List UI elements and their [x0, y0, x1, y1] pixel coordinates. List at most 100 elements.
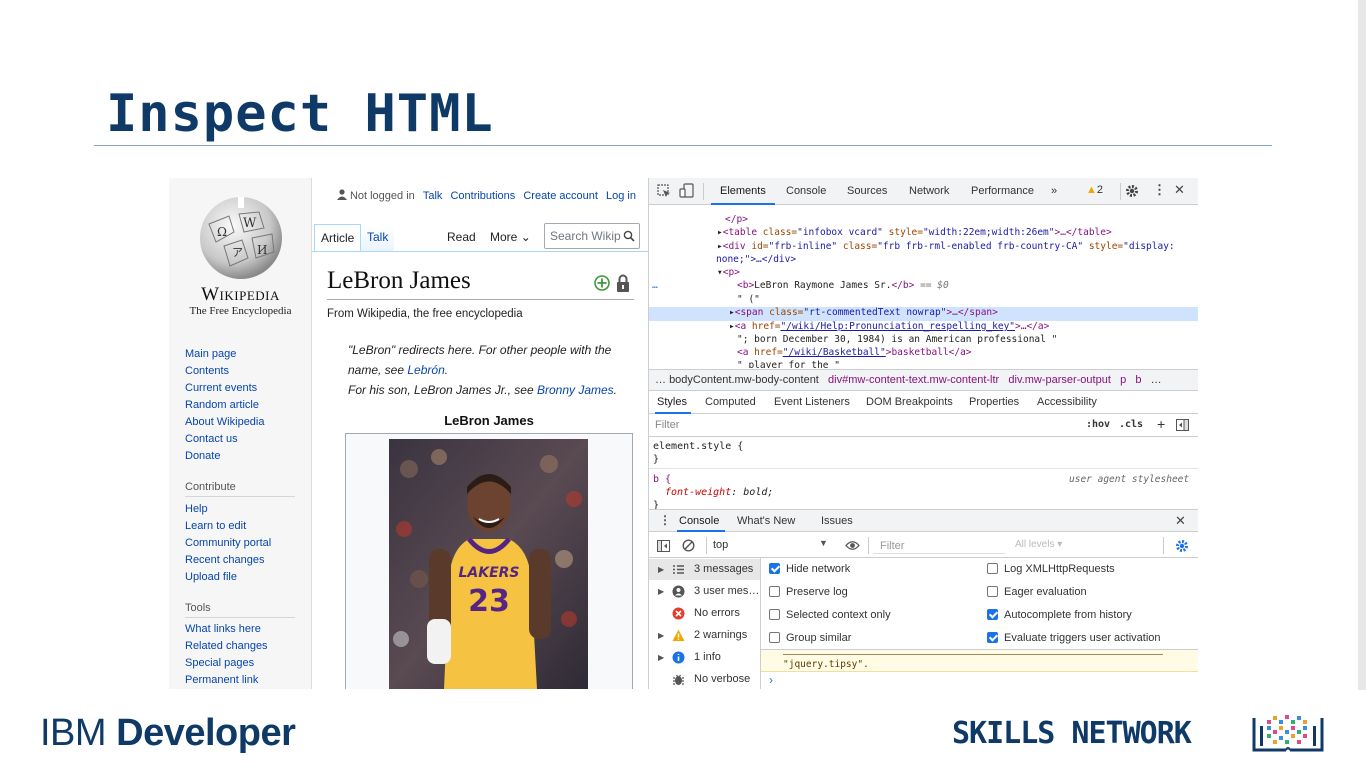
tab-performance[interactable]: Performance	[971, 185, 1034, 197]
log-levels-dropdown[interactable]: All levels ▾	[1015, 539, 1062, 550]
nav-link[interactable]: Special pages	[185, 655, 268, 672]
breadcrumb-item[interactable]: …	[655, 374, 669, 386]
drawer-menu-icon[interactable]: ⋮	[659, 513, 671, 527]
console-filter-input[interactable]: Filter	[873, 536, 1005, 554]
node-actions-ellipsis[interactable]: …	[652, 279, 658, 292]
kebab-menu-icon[interactable]: ⋮	[1153, 182, 1166, 198]
dom-node[interactable]: </p>	[725, 213, 748, 226]
styles-filter-input[interactable]: Filter	[655, 419, 679, 431]
log-in-link[interactable]: Log in	[606, 190, 636, 202]
contributions-link[interactable]: Contributions	[450, 190, 515, 202]
sidebar-item-verbose[interactable]: No verbose	[649, 669, 760, 689]
device-toolbar-icon[interactable]	[679, 183, 695, 199]
tab-accessibility[interactable]: Accessibility	[1037, 396, 1097, 408]
console-prompt[interactable]: ›	[769, 673, 773, 687]
tab-elements[interactable]: Elements	[720, 185, 766, 197]
class-toggle[interactable]: .cls	[1119, 419, 1143, 430]
player-photo[interactable]: LAKERS 23	[389, 439, 588, 689]
dom-node-selected[interactable]: <b>LeBron Raymone James Sr.</b> == $0	[737, 279, 949, 292]
dom-node[interactable]: <a href="/wiki/Basketball">basketball</a…	[737, 346, 972, 359]
console-settings-gear-icon[interactable]	[1175, 539, 1189, 553]
eager-evaluation-checkbox[interactable]: Eager evaluation	[987, 586, 1087, 598]
inspect-element-icon[interactable]	[657, 184, 671, 198]
nav-link[interactable]: Current events	[185, 380, 265, 397]
sidebar-item-errors[interactable]: No errors	[649, 603, 760, 624]
drawer-tab-console[interactable]: Console	[679, 515, 719, 527]
nav-link[interactable]: About Wikipedia	[185, 414, 265, 431]
talk-link[interactable]: Talk	[423, 190, 443, 202]
tab-dom-breakpoints[interactable]: DOM Breakpoints	[866, 396, 953, 408]
dom-node[interactable]: ▸<span class="rt-commentedText nowrap">……	[729, 306, 998, 319]
search-input[interactable]: Search Wikip	[544, 223, 640, 249]
nav-link[interactable]: Contact us	[185, 431, 265, 448]
tab-event-listeners[interactable]: Event Listeners	[774, 396, 850, 408]
console-warning-message[interactable]: "jquery.tipsy".	[761, 650, 1198, 672]
tab-computed[interactable]: Computed	[705, 396, 756, 408]
breadcrumb-item[interactable]: bodyContent.mw-body-content	[669, 374, 819, 386]
nav-link[interactable]: Random article	[185, 397, 265, 414]
more-tabs-button[interactable]: »	[1051, 185, 1057, 197]
tab-styles[interactable]: Styles	[657, 396, 687, 408]
drawer-tab-whats-new[interactable]: What's New	[737, 515, 795, 527]
create-account-link[interactable]: Create account	[523, 190, 598, 202]
chevron-down-icon[interactable]: ▼	[819, 538, 828, 548]
close-drawer-icon[interactable]: ✕	[1175, 513, 1186, 529]
tab-console[interactable]: Console	[786, 185, 826, 197]
sidebar-item-info[interactable]: ▶ 1 info	[649, 647, 760, 668]
breadcrumb-item[interactable]: p	[1120, 374, 1126, 386]
lebron-link[interactable]: Lebrón	[407, 363, 444, 377]
nav-link[interactable]: Contents	[185, 363, 265, 380]
nav-link[interactable]: Help	[185, 501, 271, 518]
tab-article[interactable]: Article	[314, 224, 362, 252]
hover-state-toggle[interactable]: :hov	[1086, 419, 1110, 430]
sidebar-toggle-icon[interactable]	[657, 540, 670, 552]
nav-link[interactable]: Related changes	[185, 638, 268, 655]
tab-more[interactable]: More ⌄	[484, 224, 537, 252]
dom-node[interactable]: ▸<a href="/wiki/Help:Pronunciation_respe…	[729, 320, 1049, 333]
nav-link[interactable]: What links here	[185, 621, 268, 638]
dom-node[interactable]: ▸<table class="infobox vcard" style="wid…	[717, 226, 1112, 239]
nav-link[interactable]: Community portal	[185, 535, 271, 552]
nav-link[interactable]: Donate	[185, 448, 265, 465]
warnings-counter[interactable]: ▲2	[1086, 184, 1103, 196]
nav-link[interactable]: Learn to edit	[185, 518, 271, 535]
dom-text-node[interactable]: " player for the "	[737, 359, 840, 368]
nav-link[interactable]: Recent changes	[185, 552, 271, 569]
tab-sources[interactable]: Sources	[847, 185, 887, 197]
search-icon[interactable]	[623, 230, 635, 242]
eye-icon[interactable]	[845, 540, 860, 551]
dom-node[interactable]: ▸<div id="frb-inline" class="frb frb-rml…	[717, 240, 1175, 253]
breadcrumb-item[interactable]: div.mw-parser-output	[1008, 374, 1111, 386]
selected-context-checkbox[interactable]: Selected context only	[769, 609, 891, 621]
tab-properties[interactable]: Properties	[969, 396, 1019, 408]
breadcrumb-more[interactable]: …	[1151, 374, 1162, 386]
context-selector[interactable]: top	[713, 539, 728, 551]
wikipedia-globe-logo[interactable]: Ω W И ア	[194, 194, 288, 280]
nav-link[interactable]: Upload file	[185, 569, 271, 586]
add-rule-icon[interactable]: +	[1157, 416, 1165, 432]
hide-network-checkbox[interactable]: Hide network	[769, 563, 850, 575]
element-style-rule[interactable]: element.style { }	[653, 440, 743, 466]
drawer-tab-issues[interactable]: Issues	[821, 515, 853, 527]
autocomplete-checkbox[interactable]: Autocomplete from history	[987, 609, 1132, 621]
dom-text-node[interactable]: "; born December 30, 1984) is an America…	[737, 333, 1057, 346]
close-icon[interactable]: ✕	[1174, 182, 1185, 198]
tab-talk[interactable]: Talk	[361, 224, 395, 252]
dom-text-node[interactable]: " ("	[737, 293, 760, 306]
tab-read[interactable]: Read	[441, 224, 482, 252]
breadcrumb-item[interactable]: b	[1135, 374, 1141, 386]
preserve-log-checkbox[interactable]: Preserve log	[769, 586, 848, 598]
tab-network[interactable]: Network	[909, 185, 949, 197]
b-style-rule[interactable]: b { font-weight: bold; }	[653, 473, 773, 512]
clear-console-icon[interactable]	[682, 539, 695, 552]
sidebar-item-user-messages[interactable]: ▶ 3 user mes…	[649, 581, 760, 602]
group-similar-checkbox[interactable]: Group similar	[769, 632, 851, 644]
log-xhr-checkbox[interactable]: Log XMLHttpRequests	[987, 563, 1115, 575]
sidebar-item-warnings[interactable]: ▶ 2 warnings	[649, 625, 760, 646]
evaluate-triggers-checkbox[interactable]: Evaluate triggers user activation	[987, 632, 1161, 644]
nav-link[interactable]: Permanent link	[185, 672, 268, 689]
computed-sidebar-icon[interactable]	[1176, 419, 1189, 431]
nav-link[interactable]: Main page	[185, 346, 265, 363]
dom-node[interactable]: ▾<p>	[717, 266, 740, 279]
gear-icon[interactable]	[1125, 184, 1139, 198]
